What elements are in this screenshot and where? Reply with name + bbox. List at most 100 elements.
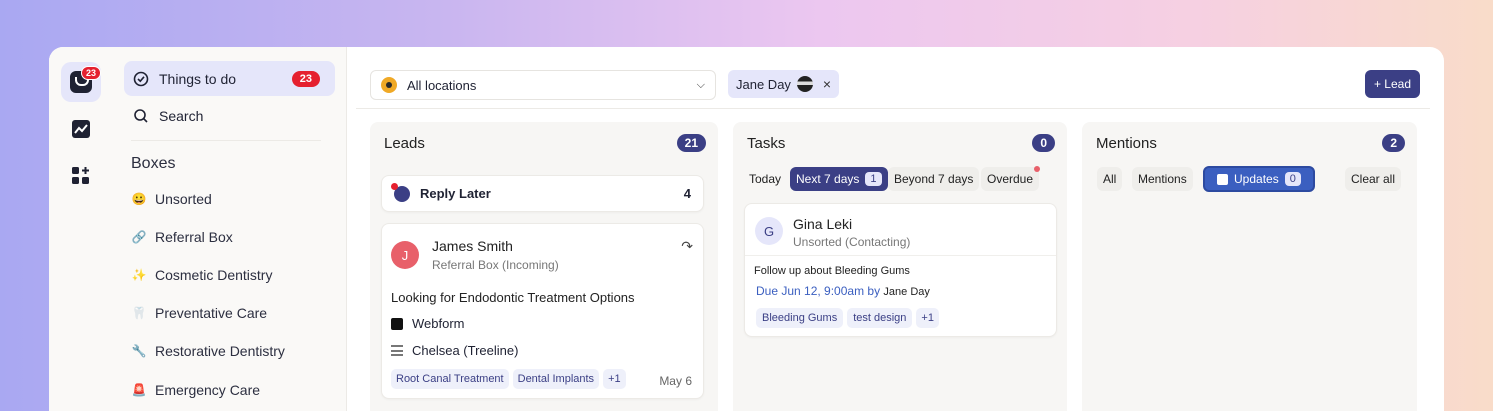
task-assignee: Jane Day [883, 286, 930, 298]
things-to-do-count: 23 [291, 70, 320, 87]
box-item-cosmetic-dentistry[interactable]: ✨ Cosmetic Dentistry [131, 267, 273, 283]
mentions-count: 2 [1382, 134, 1405, 152]
task-description: Follow up about Bleeding Gums [754, 265, 910, 277]
inbox-rail-button[interactable]: 23 [61, 62, 101, 102]
box-item-referral-box[interactable]: 🔗 Referral Box [131, 229, 233, 245]
clear-all-button[interactable]: Clear all [1345, 167, 1402, 191]
forward-icon[interactable]: ↷ [681, 238, 693, 255]
link-emoji-icon: 🔗 [131, 230, 147, 244]
filter-count: 1 [865, 172, 882, 186]
webform-icon [391, 317, 403, 330]
lead-location: Chelsea (Treeline) [412, 343, 519, 358]
lead-card[interactable]: J James Smith Referral Box (Incoming) ↷ … [381, 223, 704, 399]
location-select-value: All locations [407, 77, 477, 93]
tag[interactable]: Root Canal Treatment [391, 369, 509, 389]
tasks-column: Tasks 0 Today Next 7 days 1 Beyond 7 day… [733, 122, 1067, 411]
check-circle-icon [133, 71, 149, 87]
task-contact-box: Unsorted (Contacting) [793, 235, 911, 249]
mentions-column: Mentions 2 All Mentions Updates 0 Clear … [1082, 122, 1417, 411]
user-filter-chip[interactable]: Jane Day × [728, 70, 840, 98]
mentions-title: Mentions [1096, 135, 1157, 152]
mentions-filter-mentions[interactable]: Mentions [1132, 167, 1193, 191]
smile-emoji-icon: 😀 [131, 192, 147, 206]
building-icon [391, 345, 403, 356]
tag-more[interactable]: +1 [603, 369, 626, 389]
boxes-heading: Boxes [131, 155, 176, 172]
nav-divider [131, 140, 321, 141]
wrench-emoji-icon: 🔧 [131, 344, 147, 358]
mentions-filter-updates[interactable]: Updates 0 [1203, 166, 1315, 192]
tasks-filter-next-7-days[interactable]: Next 7 days 1 [790, 167, 888, 191]
user-avatar [796, 76, 813, 92]
task-due-row: Due Jun 12, 9:00am by Jane Day [756, 284, 930, 298]
box-item-emergency-care[interactable]: 🚨 Emergency Care [131, 382, 261, 398]
app-window: 23 Things to do 23 Search Boxes 😀 Unsort… [49, 47, 1444, 411]
box-item-restorative-dentistry[interactable]: 🔧 Restorative Dentistry [131, 343, 285, 359]
task-tags: Bleeding Gums test design +1 [756, 308, 943, 328]
tag-more[interactable]: +1 [916, 308, 939, 328]
updates-icon [1217, 173, 1228, 185]
leads-title: Leads [384, 135, 425, 152]
lead-name: James Smith [432, 238, 513, 254]
lead-source: Webform [412, 316, 465, 331]
lead-source-row: Webform [391, 316, 465, 331]
filter-label: Updates [1234, 172, 1279, 186]
main-panel: All locations ⌵ Jane Day × + Lead Leads … [356, 61, 1430, 411]
lead-box: Referral Box (Incoming) [432, 258, 559, 272]
tasks-count: 0 [1032, 134, 1055, 152]
side-nav: Things to do 23 Search Boxes 😀 Unsorted … [113, 47, 347, 411]
siren-emoji-icon: 🚨 [131, 383, 147, 397]
location-pin-icon [381, 77, 397, 93]
lead-avatar: J [391, 241, 419, 269]
reply-later-label: Reply Later [420, 186, 491, 201]
box-item-label: Emergency Care [155, 382, 261, 398]
add-lead-button[interactable]: + Lead [1364, 70, 1420, 98]
leads-count: 21 [676, 134, 706, 152]
chevron-down-icon: ⌵ [696, 78, 705, 91]
tasks-filter-today[interactable]: Today [743, 167, 787, 191]
card-divider [745, 255, 1056, 256]
tasks-title: Tasks [747, 135, 786, 152]
analytics-rail-button[interactable] [61, 109, 101, 149]
box-item-label: Cosmetic Dentistry [155, 267, 273, 283]
tag[interactable]: Bleeding Gums [756, 308, 844, 328]
tag[interactable]: Dental Implants [512, 369, 600, 389]
lead-tags: Root Canal Treatment Dental Implants +1 [391, 369, 630, 389]
nav-things-to-do-label: Things to do [159, 70, 237, 87]
box-item-preventative-care[interactable]: 🦷 Preventative Care [131, 305, 268, 321]
task-card[interactable]: G Gina Leki Unsorted (Contacting) Follow… [744, 203, 1057, 337]
overdue-dot [1034, 166, 1041, 172]
box-item-label: Preventative Care [155, 305, 268, 321]
leads-column: Leads 21 Reply Later 4 J James Smith Ref… [370, 122, 718, 411]
tasks-filter-beyond-7-days[interactable]: Beyond 7 days [888, 167, 980, 191]
reply-later-row[interactable]: Reply Later 4 [381, 175, 704, 212]
tasks-filter-overdue[interactable]: Overdue [981, 166, 1041, 191]
reply-later-count: 4 [683, 186, 691, 201]
user-filter-label: Jane Day [736, 76, 791, 92]
rail-badge: 23 [80, 66, 101, 80]
chart-icon [72, 120, 90, 138]
filter-count: 0 [1284, 172, 1301, 186]
clock-icon [391, 182, 410, 202]
task-avatar: G [755, 217, 783, 245]
apps-grid-icon [72, 167, 89, 184]
task-due: Due Jun 12, 9:00am by [756, 284, 881, 298]
location-select[interactable]: All locations ⌵ [370, 70, 716, 100]
close-icon[interactable]: × [823, 76, 831, 92]
nav-things-to-do[interactable]: Things to do 23 [124, 61, 335, 96]
box-item-label: Referral Box [155, 229, 233, 245]
tag[interactable]: test design [847, 308, 913, 328]
tooth-emoji-icon: 🦷 [131, 306, 147, 320]
apps-rail-button[interactable] [61, 156, 101, 196]
box-item-label: Restorative Dentistry [155, 343, 285, 359]
top-bar: All locations ⌵ Jane Day × + Lead [356, 61, 1430, 109]
nav-search-label: Search [159, 107, 204, 124]
lead-date: May 6 [659, 374, 692, 388]
box-item-label: Unsorted [155, 191, 212, 207]
filter-label: Next 7 days [796, 172, 860, 186]
sparkles-emoji-icon: ✨ [131, 268, 147, 282]
mentions-filter-all[interactable]: All [1097, 167, 1123, 191]
box-item-unsorted[interactable]: 😀 Unsorted [131, 191, 212, 207]
lead-location-row: Chelsea (Treeline) [391, 343, 518, 358]
nav-search[interactable]: Search [124, 98, 335, 133]
